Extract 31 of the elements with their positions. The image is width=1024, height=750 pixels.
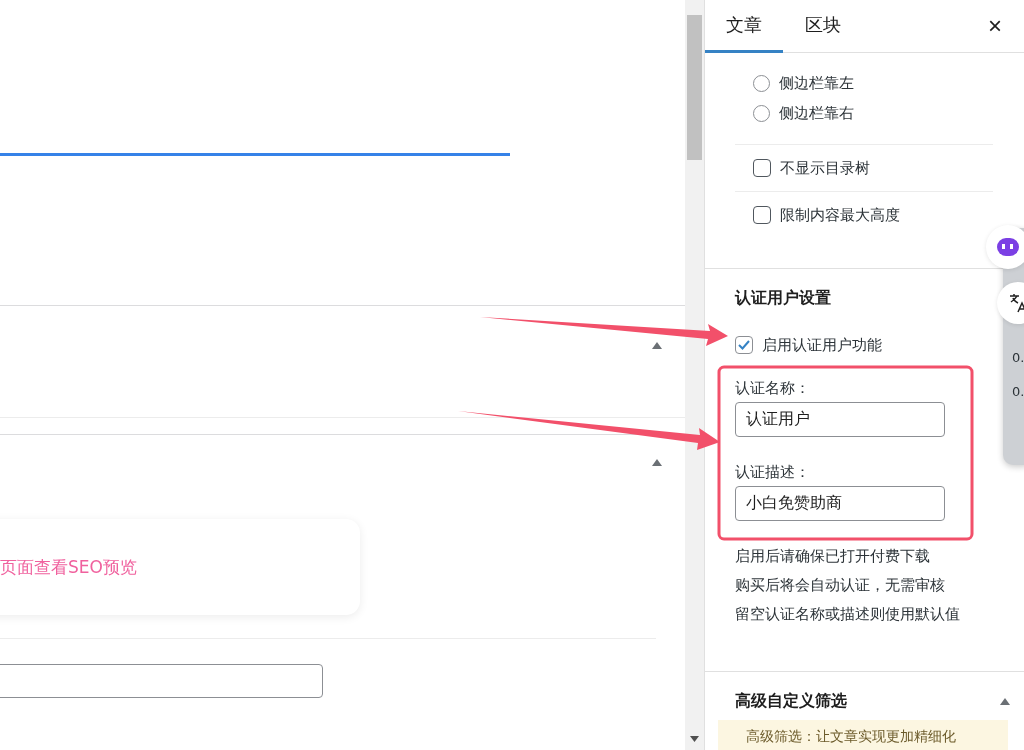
checkbox-label: 限制内容最大高度 — [780, 205, 901, 225]
scroll-down-icon[interactable] — [690, 736, 700, 742]
close-button[interactable]: × — [980, 0, 1010, 52]
input-field[interactable]: 认证用户 — [735, 402, 946, 437]
seo-hint: 页面查看SEO预览 — [0, 555, 137, 579]
option-label: 侧边栏靠左 — [779, 73, 855, 93]
speed-reading: 0. — [1012, 350, 1024, 365]
help-text: 留空认证名称或描述则使用默认值 — [735, 605, 962, 624]
scrollbar-thumb[interactable] — [687, 15, 703, 160]
checkbox-label: 不显示目录树 — [780, 158, 871, 178]
robot-icon[interactable] — [986, 225, 1024, 269]
option-label: 侧边栏靠右 — [779, 103, 855, 123]
notice-text: 高级筛选：让文章实现更加精细化 — [746, 728, 957, 744]
help-text: 启用后请确保已打开付费下载 — [735, 547, 932, 566]
help-text: 购买后将会自动认证，无需审核 — [735, 576, 947, 595]
tab[interactable]: 文章 — [705, 0, 784, 53]
caret-icon[interactable] — [652, 459, 663, 467]
input-field[interactable] — [0, 664, 323, 699]
input-field[interactable]: 小白免赞助商 — [735, 486, 946, 521]
speed-reading: 0. — [1012, 384, 1024, 399]
field-label: 认证名称： — [735, 379, 812, 398]
section-title: 认证用户设置 — [735, 287, 832, 309]
checkbox[interactable] — [735, 336, 754, 354]
caret-icon[interactable] — [1000, 697, 1010, 705]
section-title: 高级自定义筛选 — [735, 690, 848, 712]
checkbox[interactable] — [753, 159, 772, 177]
field-label: 认证描述： — [735, 463, 812, 482]
tab[interactable]: 区块 — [783, 0, 864, 53]
checkbox[interactable] — [753, 206, 772, 224]
scrollbar[interactable] — [685, 0, 705, 750]
checkbox-label: 启用认证用户功能 — [762, 335, 883, 355]
